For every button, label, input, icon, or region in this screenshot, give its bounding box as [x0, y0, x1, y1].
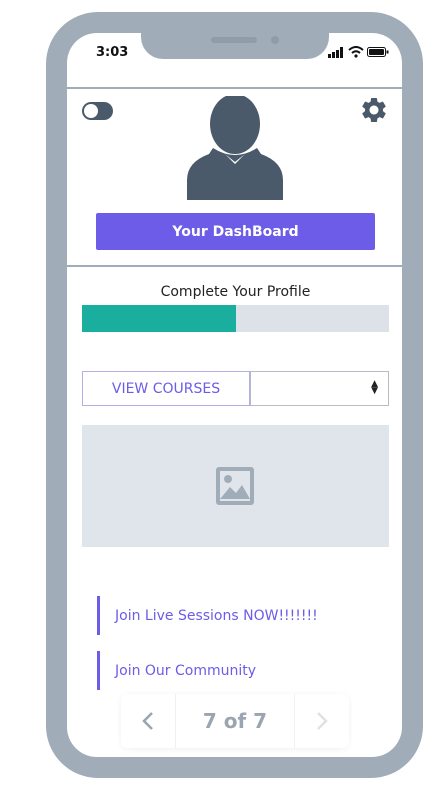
profile-progress-label: Complete Your Profile — [160, 284, 311, 300]
courses-select[interactable]: ▲ ▼ — [250, 371, 389, 406]
select-arrows-icon: ▲ ▼ — [371, 379, 378, 396]
image-placeholder — [82, 425, 389, 547]
link-label: Join Our Community — [115, 662, 257, 679]
toggle-knob — [84, 104, 98, 118]
wifi-icon — [348, 46, 364, 58]
chevron-left-icon — [142, 712, 153, 730]
chevron-right-icon — [317, 712, 328, 730]
view-courses-button[interactable]: VIEW COURSES — [82, 371, 250, 406]
profile-progress-bar — [82, 305, 389, 332]
theme-toggle[interactable] — [82, 102, 113, 120]
header-divider-top — [67, 87, 402, 89]
page-count: 7 of 7 — [175, 694, 295, 748]
next-page-button[interactable] — [295, 694, 349, 748]
phone-notch — [141, 28, 329, 59]
join-community-link[interactable]: Join Our Community — [97, 651, 350, 690]
progress-fill — [82, 305, 236, 332]
pagination: 7 of 7 — [121, 694, 349, 748]
prev-page-button[interactable] — [121, 694, 175, 748]
speaker-grille — [211, 37, 257, 43]
status-icons — [328, 46, 390, 60]
user-avatar-icon — [187, 96, 283, 200]
signal-icon — [328, 47, 343, 58]
gear-icon[interactable] — [359, 95, 389, 125]
link-label: Join Live Sessions NOW!!!!!!! — [115, 607, 318, 624]
image-icon — [216, 467, 254, 505]
dashboard-button[interactable]: Your DashBoard — [96, 213, 375, 250]
header-divider-bottom — [67, 265, 402, 267]
front-camera — [271, 36, 279, 44]
status-time: 3:03 — [96, 45, 129, 60]
battery-icon — [367, 47, 389, 57]
join-live-sessions-link[interactable]: Join Live Sessions NOW!!!!!!! — [97, 596, 350, 635]
